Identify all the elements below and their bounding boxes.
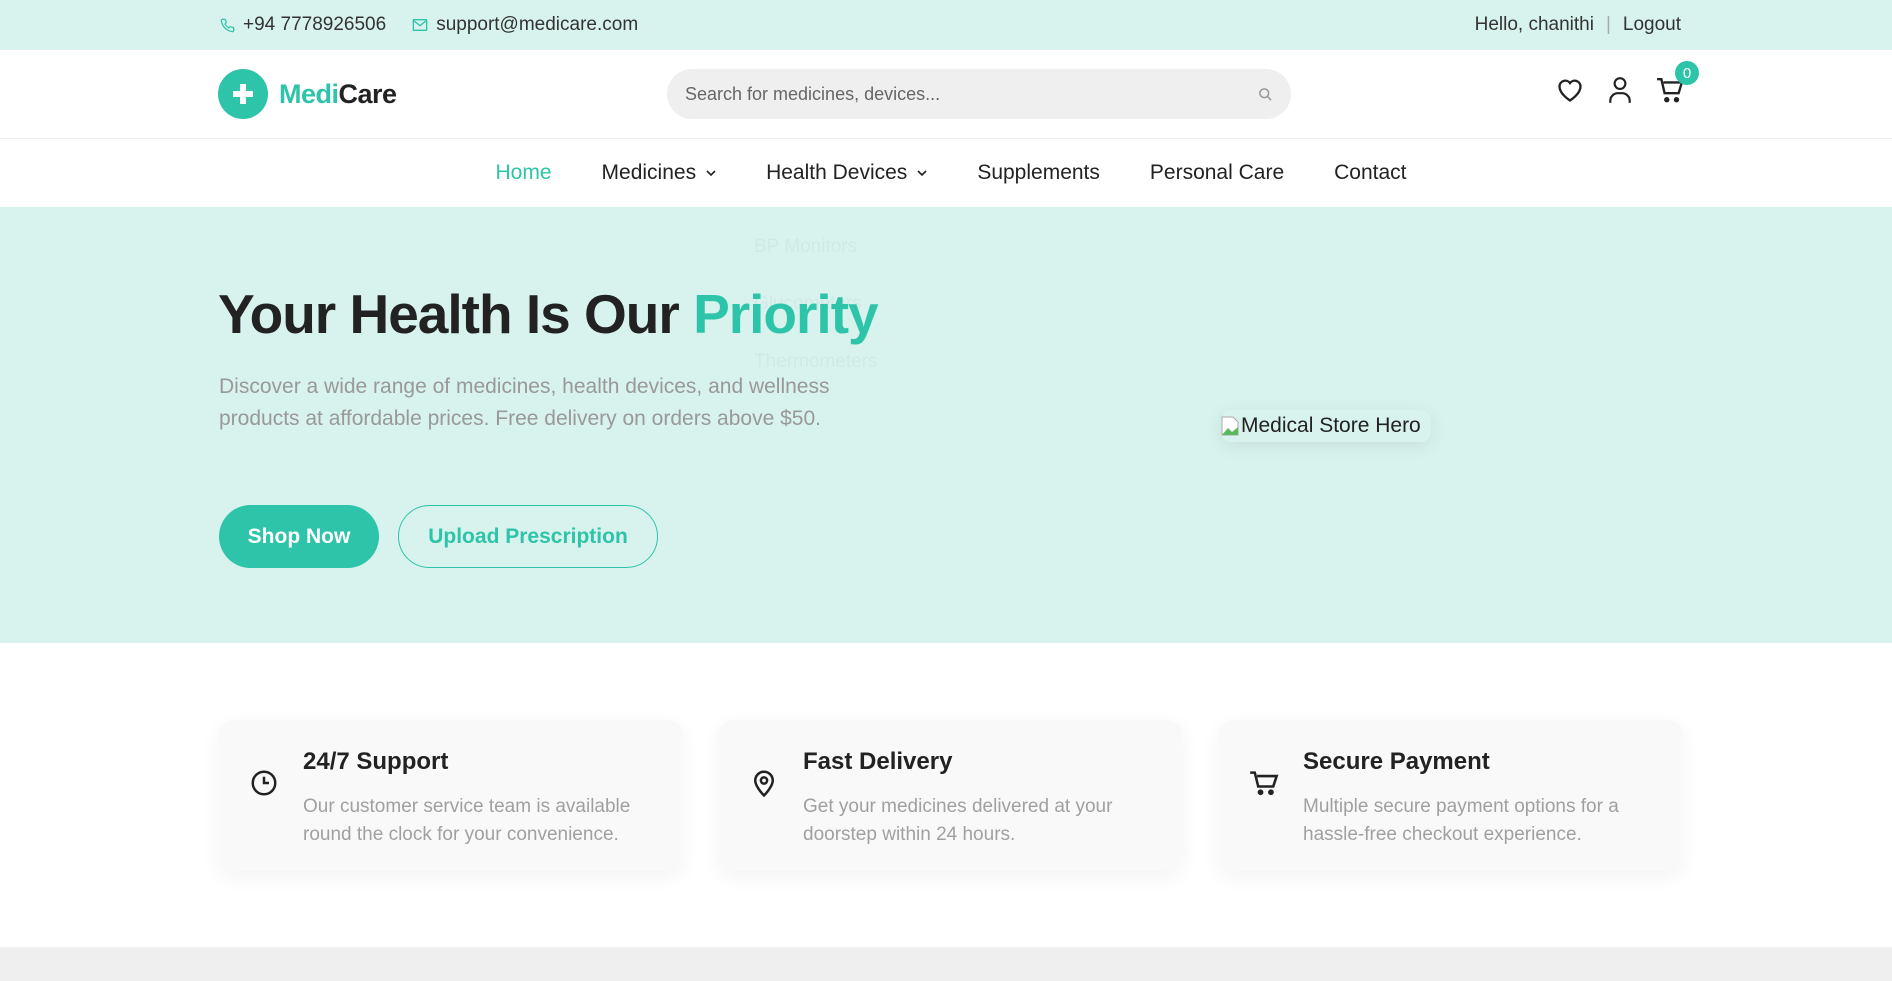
user-greeting: Hello, chanithi [1474,14,1594,35]
logo-text: MediCare [279,78,397,109]
logo[interactable]: MediCare [218,69,397,119]
feature-card: 24/7 Support Our customer service team i… [219,720,682,871]
cart-button[interactable]: 0 [1655,61,1699,105]
hero-description: Discover a wide range of medicines, heal… [219,375,830,430]
header: MediCare 0 [0,50,1892,138]
contact-email[interactable]: support@medicare.com [412,14,638,36]
hero-title: Your Health Is Our Priority [218,283,879,345]
search-input[interactable] [685,83,1258,105]
phone-number: +94 7778926506 [243,14,387,35]
logout-link[interactable]: Logout [1623,14,1681,36]
email-address[interactable]: support@medicare.com [436,14,638,36]
nav-health-devices[interactable]: Health Devices [766,161,927,185]
contact-phone: +94 7778926506 [220,14,386,36]
search-icon[interactable] [1258,87,1273,102]
user-icon [1609,77,1631,103]
account-button[interactable] [1605,75,1635,105]
nav-home[interactable]: Home [496,161,552,185]
main-nav: Home Medicines Health Devices Supplement… [0,138,1892,207]
dropdown-item-bp-monitors: BP Monitors [754,236,857,258]
phone-icon [220,18,235,32]
feature-card: Fast Delivery Get your medicines deliver… [719,720,1182,871]
hero-image: Medical Store Hero [1221,410,1431,442]
top-bar: +94 7778926506 support@medicare.com Hell… [0,0,1892,50]
cart-count-badge: 0 [1675,61,1699,85]
feature-card: Secure Payment Multiple secure payment o… [1219,720,1682,871]
location-pin-icon [753,770,775,798]
chevron-down-icon [706,169,716,176]
nav-personal-care[interactable]: Personal Care [1150,161,1284,185]
nav-medicines[interactable]: Medicines [602,161,717,185]
separator: | [1605,14,1611,35]
heart-icon [1558,79,1582,102]
hero-section: BP Monitors Glucometers Thermometers You… [0,207,1892,643]
nav-supplements[interactable]: Supplements [977,161,1100,185]
search-bar [667,69,1291,119]
cart-icon [1250,771,1279,796]
dropdown-item-thermometers: Thermometers [754,351,878,373]
wishlist-button[interactable] [1555,75,1585,105]
upload-prescription-button[interactable]: Upload Prescription [398,505,658,568]
clock-icon [251,770,277,796]
medical-cross-icon [218,69,268,119]
nav-contact[interactable]: Contact [1334,161,1406,185]
shop-now-button[interactable]: Shop Now [219,505,379,568]
chevron-down-icon [917,169,927,176]
footer-edge [0,947,1892,981]
broken-image-icon [1221,416,1239,436]
features-section: 24/7 Support Our customer service team i… [219,720,1682,871]
mail-icon [412,19,428,31]
